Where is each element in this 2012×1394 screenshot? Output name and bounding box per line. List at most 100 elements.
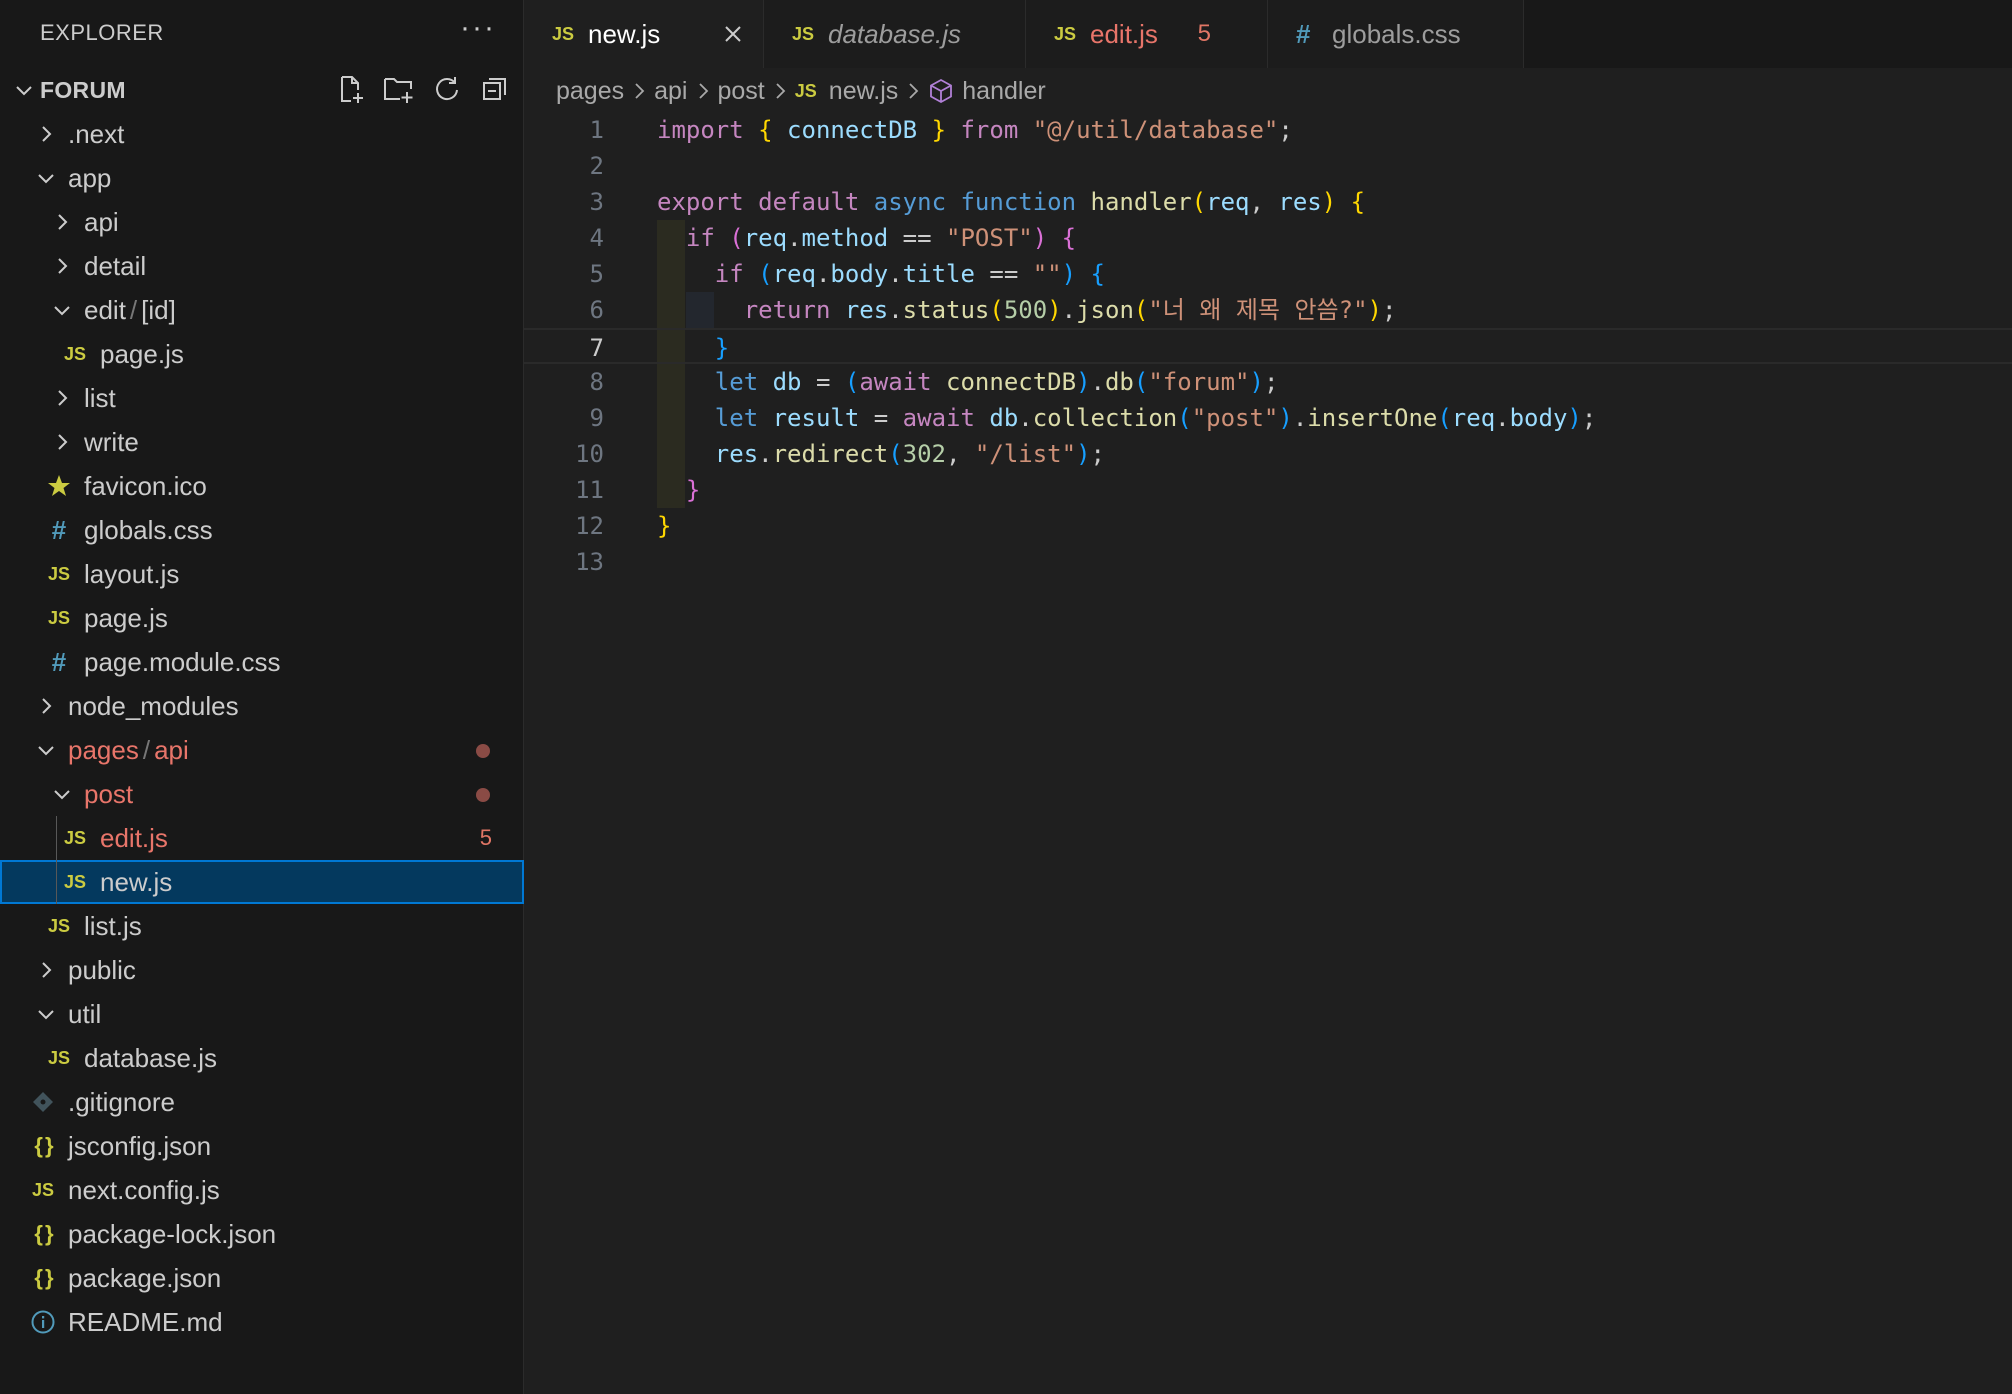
problem-count-badge: 5 [479, 825, 492, 850]
tree-file[interactable]: .gitignore [0, 1080, 524, 1124]
refresh-button[interactable] [430, 72, 464, 106]
tree-file[interactable]: { } package-lock.json [0, 1212, 524, 1256]
code-editor[interactable]: 1 import { connectDB } from "@/util/datab… [524, 112, 2012, 712]
tree-file[interactable]: JS database.js [0, 1036, 524, 1080]
tree-item-label: globals.css [84, 515, 213, 545]
tree-folder[interactable]: pages / api [0, 728, 524, 772]
chevron-right-icon [42, 698, 52, 714]
tree-file[interactable]: JS next.config.js [0, 1168, 524, 1212]
tree-item-label: api [84, 207, 119, 237]
chevron-down-icon [38, 1010, 54, 1020]
code-line[interactable]: 13 [524, 544, 2012, 580]
code-token: } [931, 116, 947, 144]
code-token: return [743, 296, 831, 324]
tree-folder[interactable]: detail [0, 244, 524, 288]
new-folder-button[interactable] [382, 72, 416, 106]
code-token: await [859, 368, 932, 396]
code-line[interactable]: 4 if (req.method == "POST") { [524, 220, 2012, 256]
tree-item-label: README.md [68, 1307, 223, 1337]
tree-file[interactable]: README.md [0, 1300, 524, 1344]
code-token: . [888, 260, 903, 288]
code-line[interactable]: 9 let result = await db.collection("post… [524, 400, 2012, 436]
code-line[interactable]: 7 } [524, 328, 2012, 364]
tree-file[interactable]: JS layout.js [0, 552, 524, 596]
code-token: ; [1263, 368, 1279, 396]
code-line[interactable]: 12} [524, 508, 2012, 544]
tree-item-label: database.js [84, 1043, 217, 1073]
chevron-right-icon [58, 258, 68, 274]
vscode-window: EXPLORER ··· FORUM .next app api detail … [0, 0, 2012, 1394]
tree-file[interactable]: JS edit.js 5 [0, 816, 524, 860]
code-token: ( [888, 440, 903, 468]
new-file-button[interactable] [334, 72, 368, 106]
code-line[interactable]: 5 if (req.body.title == "") { [524, 256, 2012, 292]
tab-edit-js[interactable]: JS edit.js 5 [1026, 0, 1268, 68]
line-number: 13 [575, 548, 604, 576]
tree-file[interactable]: # globals.css [0, 508, 524, 552]
chevron-right-icon [42, 962, 52, 978]
code-line[interactable]: 8 let db = (await connectDB).db("forum")… [524, 364, 2012, 400]
tree-folder[interactable]: api [0, 200, 524, 244]
collapse-all-button[interactable] [478, 72, 512, 106]
tree-file[interactable]: { } package.json [0, 1256, 524, 1300]
tree-file[interactable]: { } jsconfig.json [0, 1124, 524, 1168]
code-token: db [772, 368, 802, 396]
tree-folder[interactable]: node_modules [0, 684, 524, 728]
tree-file[interactable]: JS page.js [0, 332, 524, 376]
tree-folder[interactable]: util [0, 992, 524, 1036]
tree-file[interactable]: favicon.ico [0, 464, 524, 508]
code-token: title [902, 260, 975, 288]
chevron-down-icon [38, 174, 54, 184]
tree-file[interactable]: JS new.js [0, 860, 524, 904]
json-file-icon: { } [34, 1221, 53, 1246]
tree-folder[interactable]: list [0, 376, 524, 420]
code-token: , [946, 440, 975, 468]
explorer-sidebar: EXPLORER ··· FORUM .next app api detail … [0, 0, 524, 1394]
tree-file[interactable]: JS list.js [0, 904, 524, 948]
tree-folder[interactable]: public [0, 948, 524, 992]
tree-file[interactable]: # page.module.css [0, 640, 524, 684]
code-line[interactable]: 10 res.redirect(302, "/list"); [524, 436, 2012, 472]
chevron-right-icon [58, 390, 68, 406]
tree-item-label: app [68, 163, 112, 193]
code-token: req [772, 260, 816, 288]
breadcrumb-item[interactable]: api [654, 77, 687, 106]
code-token: . [1061, 296, 1077, 324]
code-text: res.redirect(302, "/list"); [657, 436, 1105, 472]
code-line[interactable]: 2 [524, 148, 2012, 184]
code-text: if (req.method == "POST") { [657, 220, 1076, 256]
tree-folder[interactable]: write [0, 420, 524, 464]
tree-folder[interactable]: app [0, 156, 524, 200]
tree-folder[interactable]: post [0, 772, 524, 816]
tree-item-label: jsconfig.json [68, 1131, 212, 1161]
tab-new-js[interactable]: JS new.js [524, 0, 764, 68]
tree-folder[interactable]: .next [0, 112, 524, 156]
chevron-right-icon [58, 214, 68, 230]
workspace-header[interactable]: FORUM [0, 68, 524, 112]
breadcrumb-symbol[interactable]: handler [928, 77, 1046, 106]
code-line[interactable]: 3 export default async function handler(r… [524, 184, 2012, 220]
tree-folder[interactable]: edit / [id] [0, 288, 524, 332]
path-separator: / [129, 295, 138, 325]
tree-item-label: pages / api [68, 728, 189, 772]
tree-file[interactable]: JS page.js [0, 596, 524, 640]
tab-database-js[interactable]: JS database.js [764, 0, 1026, 68]
code-line[interactable]: 11 } [524, 472, 2012, 508]
close-icon[interactable] [721, 22, 745, 46]
line-number: 3 [589, 188, 604, 216]
line-number: 4 [589, 224, 604, 252]
code-line[interactable]: 1 import { connectDB } from "@/util/datab… [524, 112, 2012, 148]
tab-globals-css[interactable]: # globals.css [1268, 0, 1524, 68]
code-token: "" [1032, 260, 1062, 288]
breadcrumb-file[interactable]: JS new.js [795, 77, 899, 106]
new-file-icon [341, 76, 363, 103]
breadcrumb-item[interactable]: post [718, 77, 765, 106]
more-actions-button[interactable]: ··· [460, 13, 496, 43]
code-token: { [1350, 188, 1366, 216]
code-token: redirect [772, 440, 889, 468]
breadcrumb-item[interactable]: pages [556, 77, 624, 106]
code-token: res [1278, 188, 1322, 216]
code-line[interactable]: 6 return res.status(500).json("너 왜 제목 안씀… [524, 292, 2012, 328]
